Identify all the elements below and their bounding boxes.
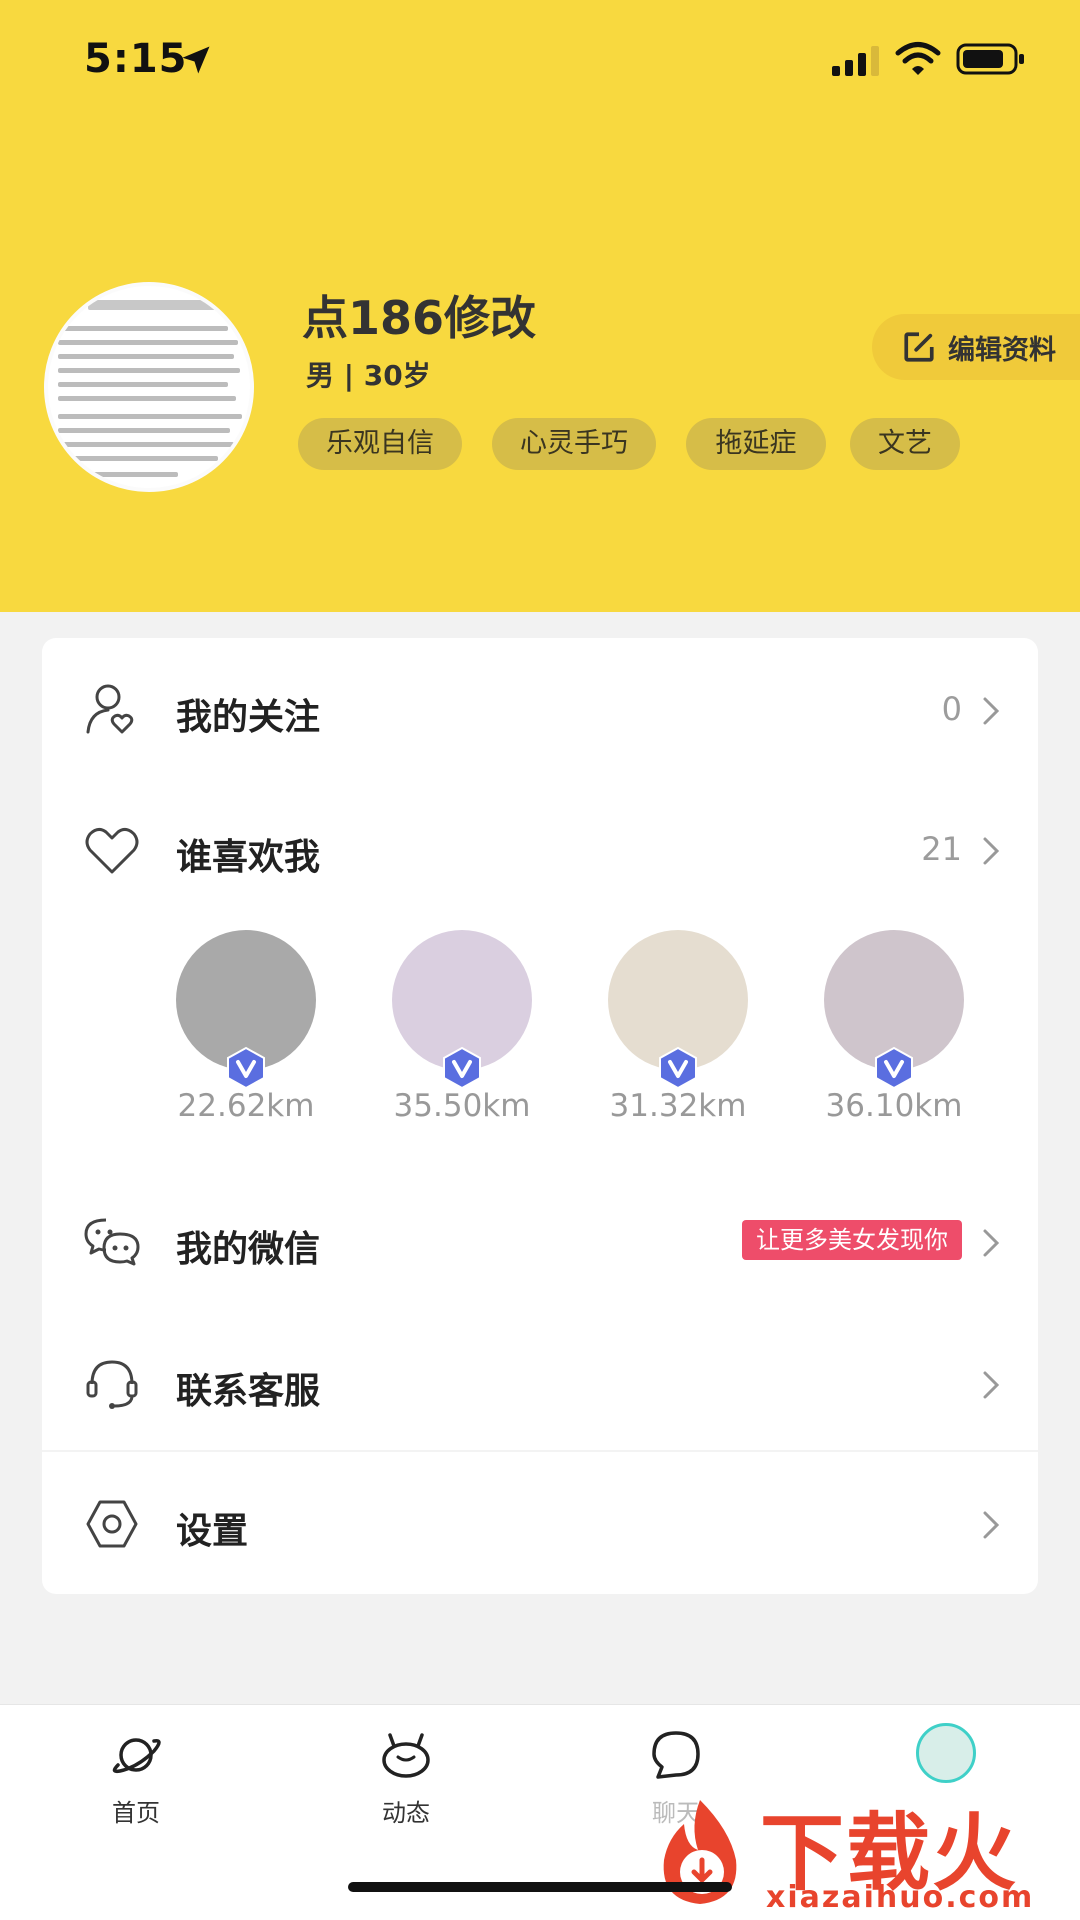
avatar	[916, 1723, 976, 1783]
cellular-signal-icon	[832, 46, 879, 76]
watermark-url: xiazaihuo.com	[766, 1880, 1035, 1915]
tag-chip: 乐观自信	[298, 418, 462, 470]
profile-header: 5:15 点186修改 男 | 30岁 乐观自信 心灵手巧 拖延症 文艺 编辑资…	[0, 0, 1080, 612]
user-avatar-illustration	[971, 1726, 976, 1782]
following-count: 0	[941, 690, 962, 728]
headset-icon	[86, 1360, 138, 1409]
planet-icon	[112, 1738, 161, 1774]
menu-row-label: 我的微信	[176, 1229, 321, 1270]
home-indicator[interactable]	[348, 1882, 732, 1892]
tag-chip: 心灵手巧	[492, 418, 656, 470]
liker-distance: 22.62km	[177, 1088, 315, 1124]
tag-chip: 拖延症	[686, 418, 826, 470]
liker-item[interactable]: 31.32km	[588, 930, 768, 1140]
location-arrow-icon	[182, 46, 210, 74]
verified-badge-icon	[659, 1046, 697, 1090]
menu-row-label: 设置	[176, 1511, 249, 1552]
chevron-right-icon	[983, 697, 1000, 725]
liker-distance: 36.10km	[825, 1088, 963, 1124]
heart-icon	[85, 827, 139, 874]
flame-download-icon	[663, 1800, 737, 1904]
watermark-logo: 下载火 xiazaihuo.com	[640, 1780, 1080, 1920]
menu-row-wechat[interactable]: 我的微信 让更多美女发现你	[42, 1182, 1038, 1302]
menu-divider	[42, 1450, 1038, 1452]
liker-item[interactable]: 35.50km	[372, 930, 552, 1140]
status-time: 5:15	[84, 36, 188, 82]
tab-label: 动态	[382, 1799, 430, 1827]
chevron-right-icon	[983, 1511, 1000, 1539]
battery-icon	[956, 43, 1024, 75]
chevron-right-icon	[983, 1229, 1000, 1257]
liker-item[interactable]: 36.10km	[804, 930, 984, 1140]
chevron-right-icon	[983, 837, 1000, 865]
liker-distance: 31.32km	[609, 1088, 747, 1124]
avatar-document-title-bar	[88, 300, 218, 310]
verified-badge-icon	[443, 1046, 481, 1090]
verified-badge-icon	[875, 1046, 913, 1090]
edit-profile-button[interactable]: 编辑资料	[872, 314, 1080, 380]
profile-avatar[interactable]	[44, 282, 254, 492]
wifi-icon	[895, 42, 941, 75]
status-bar: 5:15	[0, 0, 1080, 120]
tab-feed[interactable]: 动态	[326, 1727, 486, 1827]
edit-profile-label: 编辑资料	[948, 335, 1056, 366]
profile-nickname: 点186修改	[302, 291, 537, 345]
critter-icon	[382, 1733, 430, 1778]
tab-label: 首页	[112, 1799, 160, 1827]
menu-row-support[interactable]: 联系客服	[42, 1324, 1038, 1444]
menu-row-label: 联系客服	[176, 1371, 321, 1412]
user-heart-icon	[86, 684, 134, 734]
likes-count: 21	[921, 830, 962, 868]
verified-badge-icon	[227, 1046, 265, 1090]
tag-chip: 文艺	[850, 418, 960, 470]
menu-row-label: 我的关注	[176, 697, 321, 738]
edit-icon	[904, 332, 934, 362]
menu-row-label: 谁喜欢我	[176, 837, 321, 878]
wechat-promo-badge: 让更多美女发现你	[742, 1220, 962, 1260]
liker-item[interactable]: 22.62km	[156, 930, 336, 1140]
chat-bubble-icon	[652, 1731, 700, 1779]
wechat-icon	[84, 1218, 140, 1266]
settings-hexagon-icon	[86, 1500, 138, 1548]
menu-row-settings[interactable]: 设置	[42, 1464, 1038, 1584]
tab-home[interactable]: 首页	[56, 1727, 216, 1827]
profile-gender-age: 男 | 30岁	[306, 359, 431, 392]
menu-row-likes[interactable]: 谁喜欢我 21	[42, 790, 1038, 910]
menu-card: 我的关注 0 谁喜欢我 21 22.62km 35.50km 31.32km 3…	[42, 638, 1038, 1594]
menu-row-following[interactable]: 我的关注 0	[42, 650, 1038, 770]
liker-distance: 35.50km	[393, 1088, 531, 1124]
chevron-right-icon	[983, 1371, 1000, 1399]
likers-list: 22.62km 35.50km 31.32km 36.10km	[42, 930, 1038, 1150]
